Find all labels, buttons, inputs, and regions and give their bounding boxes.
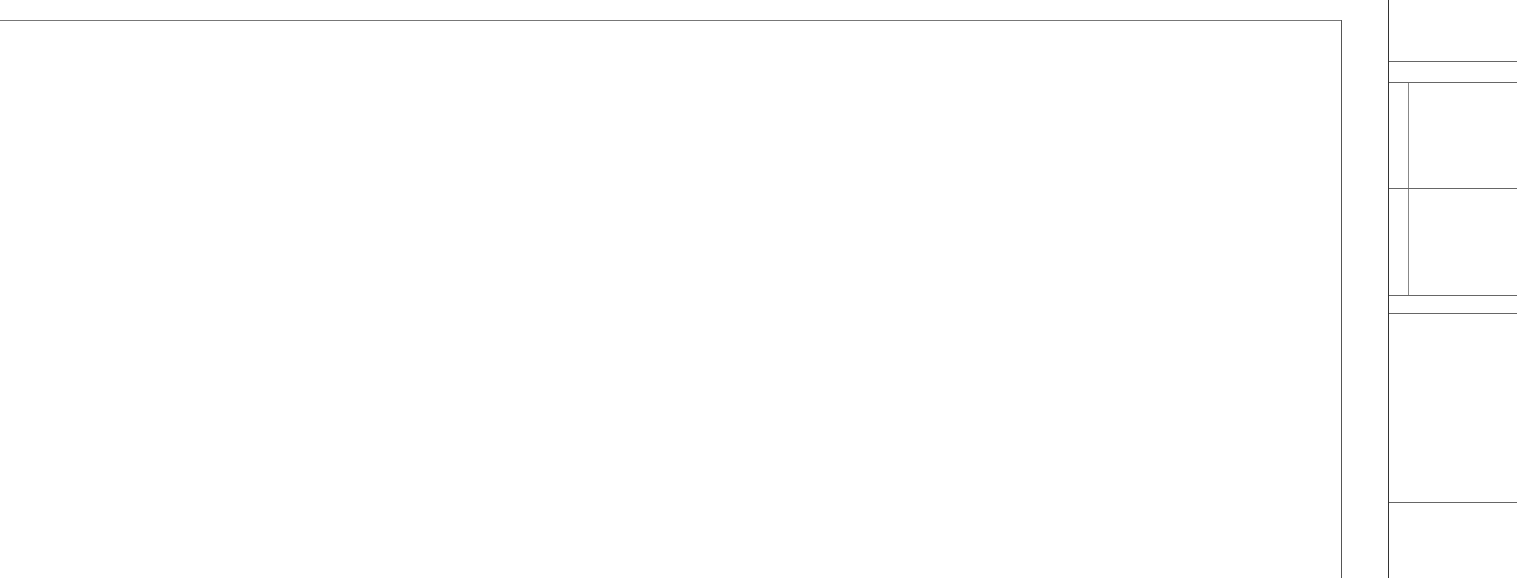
divider: [1408, 83, 1409, 295]
divider: [1389, 188, 1517, 189]
divider: [1389, 502, 1517, 503]
trading-terminal: ←: [0, 0, 1517, 578]
divider: [1389, 295, 1517, 296]
quote-panel: [1388, 0, 1517, 578]
event-marker-row: [0, 490, 1341, 506]
toolbar: [0, 0, 1341, 21]
price-axis: [1341, 20, 1389, 578]
divider: [1389, 313, 1517, 314]
divider: [1389, 61, 1517, 62]
